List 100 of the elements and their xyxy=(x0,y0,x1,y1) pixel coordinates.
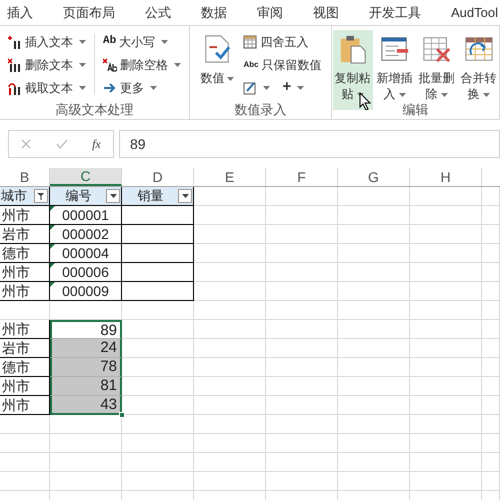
group-title: 数值录入 xyxy=(234,101,286,119)
empty-cell xyxy=(482,453,500,472)
empty-cell xyxy=(410,472,482,491)
caret-icon xyxy=(79,62,86,66)
ribbon-button[interactable]: 合并转换 xyxy=(458,30,498,110)
empty-cell xyxy=(482,244,500,263)
caret-icon xyxy=(161,40,168,44)
function-button[interactable]: fx xyxy=(92,135,101,153)
empty-cell xyxy=(482,358,500,377)
empty-cell xyxy=(410,206,482,225)
ribbon-button[interactable]: 截取文本 xyxy=(6,76,88,99)
caret-icon xyxy=(79,40,86,44)
empty-cell xyxy=(122,282,194,301)
table-cell: 000009 xyxy=(50,282,122,301)
caret-icon xyxy=(263,86,270,90)
text-style-icon: Abc xyxy=(243,58,259,70)
ribbon-tab[interactable]: 页面布局 xyxy=(63,2,115,22)
table-cell[interactable]: 24 xyxy=(50,339,122,358)
empty-cell xyxy=(410,282,482,301)
ribbon-button[interactable]: 删除文本 xyxy=(6,53,88,76)
caret-icon xyxy=(150,86,157,90)
ribbon-tab[interactable]: 插入 xyxy=(7,2,33,22)
empty-cell xyxy=(410,358,482,377)
ribbon-button[interactable]: Ab 大小写 xyxy=(101,30,183,53)
empty-cell xyxy=(266,358,338,377)
caret-icon xyxy=(108,192,118,200)
empty-cell xyxy=(410,263,482,282)
text-style-icon: Ab xyxy=(103,33,116,50)
ribbon-button[interactable]: + xyxy=(280,76,306,99)
empty-cell xyxy=(122,263,194,282)
empty-cell xyxy=(122,453,194,472)
empty-cell xyxy=(194,453,266,472)
delete-text-icon xyxy=(8,58,22,72)
empty-cell xyxy=(266,206,338,225)
empty-cell xyxy=(194,472,266,491)
empty-cell xyxy=(194,225,266,244)
empty-cell xyxy=(410,339,482,358)
caret-icon xyxy=(482,92,490,97)
check-icon[interactable] xyxy=(56,139,68,149)
empty-cell xyxy=(266,472,338,491)
ribbon-tab[interactable]: 数据 xyxy=(201,2,227,22)
empty-cell xyxy=(122,415,194,434)
caret-icon xyxy=(180,192,190,200)
table-cell: 州市 xyxy=(0,206,50,225)
empty-cell xyxy=(194,244,266,263)
table-cell[interactable]: 78 xyxy=(50,358,122,377)
ribbon-button[interactable]: 删除空格 xyxy=(101,53,183,76)
empty-cell xyxy=(338,434,410,453)
caret-icon xyxy=(440,92,448,97)
empty-cell xyxy=(410,225,482,244)
empty-cell xyxy=(266,244,338,263)
empty-cell xyxy=(50,434,122,453)
empty-cell xyxy=(482,339,500,358)
dropdown-button[interactable] xyxy=(106,189,120,203)
empty-cell xyxy=(482,225,500,244)
table-header-cell: 城市 xyxy=(1,188,27,204)
empty-cell xyxy=(482,377,500,396)
ribbon-tab[interactable]: 审阅 xyxy=(257,2,283,22)
table-cell: 000002 xyxy=(50,225,122,244)
empty-cell xyxy=(50,415,122,434)
empty-cell xyxy=(338,396,410,415)
ribbon-tab[interactable]: 开发工具 xyxy=(369,2,421,22)
empty-cell xyxy=(266,453,338,472)
table-cell[interactable]: 81 xyxy=(50,377,122,396)
ribbon-tab[interactable]: 视图 xyxy=(313,2,339,22)
dropdown-button[interactable] xyxy=(178,189,192,203)
table-cell[interactable]: 43 xyxy=(50,396,122,415)
empty-cell xyxy=(338,358,410,377)
empty-cell xyxy=(482,434,500,453)
error-indicator-icon xyxy=(50,225,55,230)
ribbon-tab[interactable]: 公式 xyxy=(145,2,171,22)
column-header[interactable]: C xyxy=(50,168,122,186)
remove-space-icon xyxy=(103,58,117,72)
empty-cell xyxy=(194,434,266,453)
ribbon-button[interactable]: 复制粘贴 xyxy=(332,30,372,110)
empty-cell xyxy=(482,301,500,320)
fill-handle[interactable] xyxy=(119,412,125,418)
table-cell: 岩市 xyxy=(0,225,50,244)
table-cell[interactable]: 89 xyxy=(50,320,122,339)
empty-cell xyxy=(338,187,410,206)
formula-input[interactable]: 89 xyxy=(130,134,146,154)
empty-cell xyxy=(266,434,338,453)
empty-cell xyxy=(194,320,266,339)
table-header-cell: 编号 xyxy=(66,188,92,204)
ribbon-button[interactable]: 插入文本 xyxy=(6,30,88,53)
empty-cell xyxy=(122,225,194,244)
empty-cell xyxy=(122,301,194,320)
group-title: 编辑 xyxy=(402,101,428,119)
empty-cell xyxy=(410,396,482,415)
empty-cell xyxy=(50,453,122,472)
ribbon-tab[interactable]: AudTool xyxy=(451,2,498,22)
ribbon-button[interactable]: Abc 只保留数值 xyxy=(241,53,324,76)
filter-button[interactable] xyxy=(34,189,48,203)
ribbon-button[interactable]: 四舍五入 xyxy=(241,30,324,53)
group-title: 高级文本处理 xyxy=(56,101,134,119)
empty-cell xyxy=(338,320,410,339)
empty-cell xyxy=(50,472,122,491)
ribbon-button[interactable]: 更多 xyxy=(101,76,183,99)
empty-cell xyxy=(482,206,500,225)
empty-cell xyxy=(410,434,482,453)
